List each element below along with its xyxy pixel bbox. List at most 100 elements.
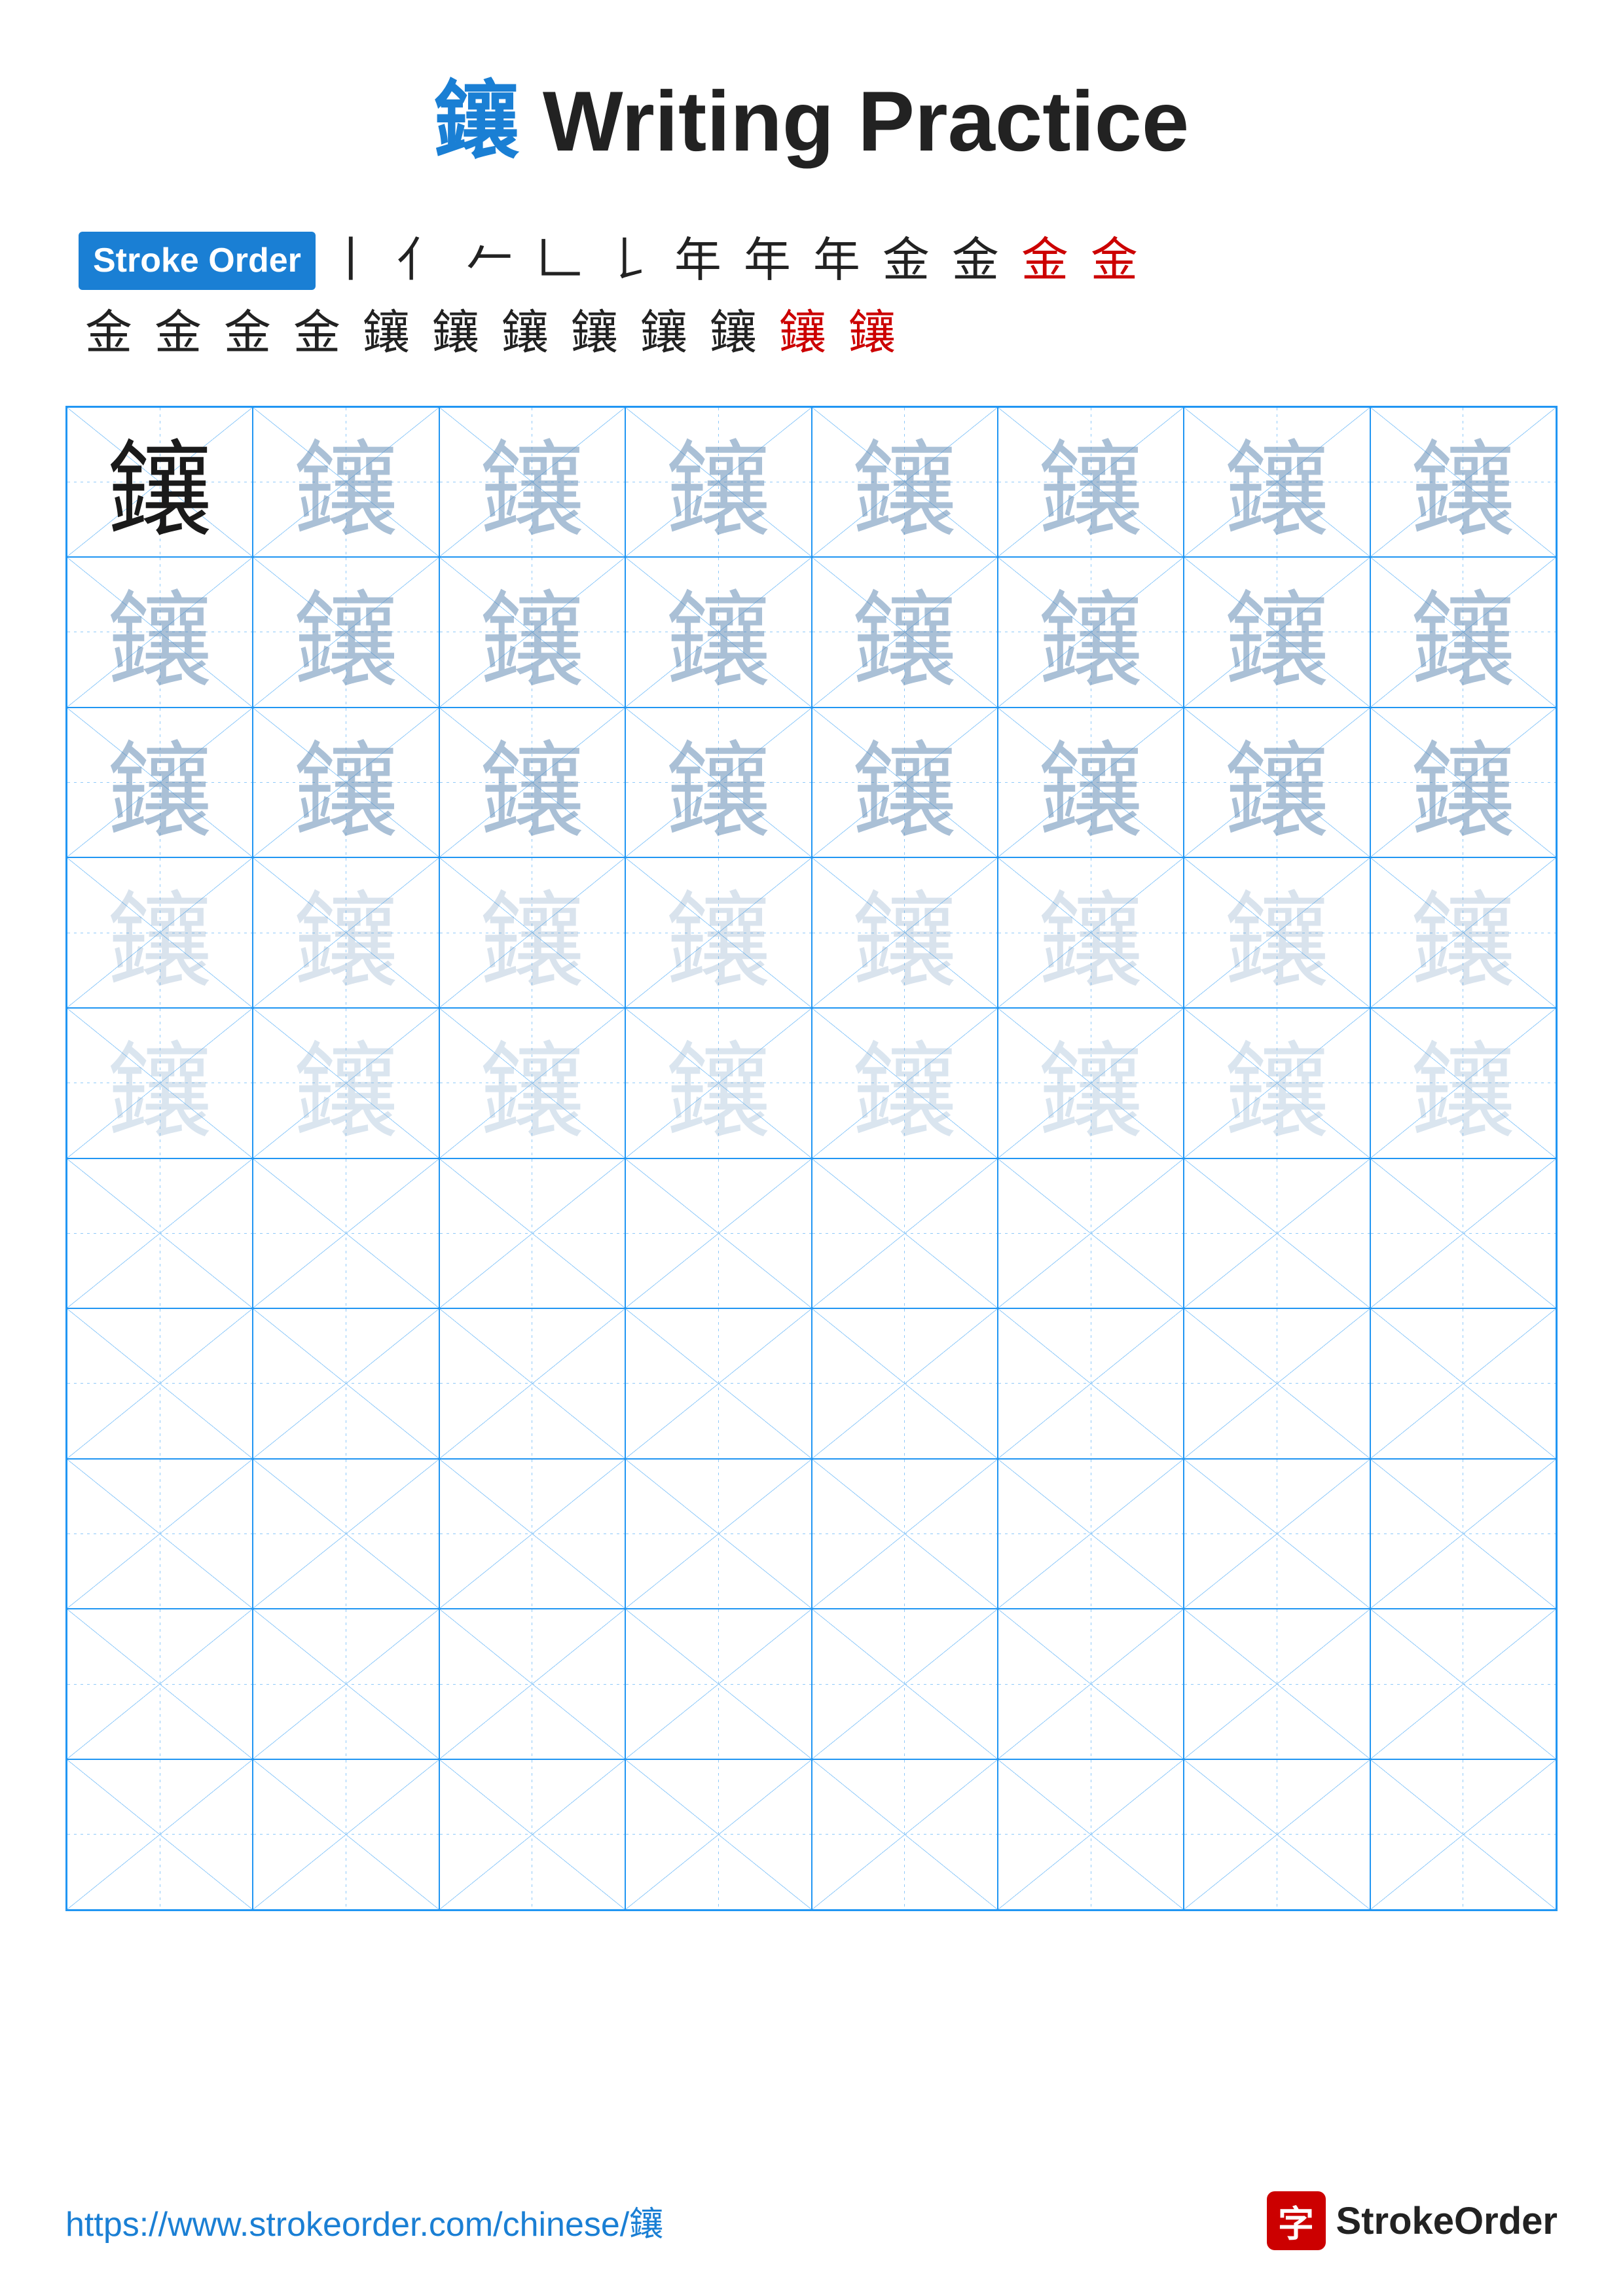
grid-cell[interactable]: [812, 1609, 998, 1759]
grid-cell[interactable]: 鑲: [1370, 857, 1556, 1008]
grid-cell[interactable]: [67, 1158, 253, 1309]
grid-cell[interactable]: 鑲: [67, 557, 253, 708]
grid-cell[interactable]: [812, 1308, 998, 1459]
grid-cell[interactable]: 鑲: [625, 1008, 811, 1158]
grid-cell[interactable]: [625, 1158, 811, 1309]
grid-cell[interactable]: [439, 1459, 625, 1609]
grid-cell[interactable]: 鑲: [1370, 557, 1556, 708]
grid-cell[interactable]: [998, 1158, 1184, 1309]
grid-cell[interactable]: 鑲: [812, 708, 998, 858]
grid-cell[interactable]: [439, 1158, 625, 1309]
stroke-order-chars-line2: 金 金 金 金 鑲 鑲 鑲 鑲 鑲 鑲 鑲 鑲: [79, 300, 901, 367]
practice-char: 鑲: [107, 557, 212, 708]
grid-cell[interactable]: [253, 1308, 439, 1459]
grid-cell[interactable]: 鑲: [253, 557, 439, 708]
stroke-order-chars-line1: 丨 亻 𠂉 𠃊 𠄌 年 年 年 金 金 金 金: [327, 228, 1143, 294]
grid-cell[interactable]: 鑲: [439, 708, 625, 858]
grid-cell[interactable]: 鑲: [253, 407, 439, 558]
grid-cell[interactable]: [439, 1759, 625, 1910]
grid-cell[interactable]: [1370, 1158, 1556, 1309]
grid-cell[interactable]: [998, 1759, 1184, 1910]
grid-cell[interactable]: 鑲: [1370, 407, 1556, 558]
grid-cell[interactable]: 鑲: [812, 1008, 998, 1158]
grid-cell[interactable]: [67, 1609, 253, 1759]
practice-char: 鑲: [480, 708, 585, 858]
grid-cell[interactable]: [625, 1609, 811, 1759]
grid-cell[interactable]: 鑲: [253, 857, 439, 1008]
grid-cell[interactable]: [1184, 1308, 1370, 1459]
grid-cell[interactable]: [253, 1459, 439, 1609]
grid-cell[interactable]: 鑲: [812, 857, 998, 1008]
grid-cell[interactable]: [812, 1759, 998, 1910]
grid-cell[interactable]: 鑲: [67, 708, 253, 858]
grid-cell[interactable]: 鑲: [625, 557, 811, 708]
grid-cell[interactable]: 鑲: [67, 857, 253, 1008]
grid-cell[interactable]: 鑲: [439, 557, 625, 708]
grid-cell[interactable]: 鑲: [1184, 857, 1370, 1008]
grid-cell[interactable]: [1370, 1609, 1556, 1759]
grid-cell[interactable]: [253, 1759, 439, 1910]
grid-cell[interactable]: 鑲: [1370, 1008, 1556, 1158]
grid-cell[interactable]: 鑲: [1370, 708, 1556, 858]
grid-cell[interactable]: 鑲: [625, 708, 811, 858]
grid-cell[interactable]: 鑲: [439, 857, 625, 1008]
practice-char: 鑲: [1038, 407, 1143, 558]
practice-char: 鑲: [666, 1008, 771, 1158]
grid-cell[interactable]: 鑲: [998, 557, 1184, 708]
grid-cell[interactable]: [1184, 1158, 1370, 1309]
grid-cell[interactable]: [998, 1459, 1184, 1609]
grid-cell[interactable]: 鑲: [812, 557, 998, 708]
grid-cell[interactable]: [67, 1759, 253, 1910]
grid-cell[interactable]: [1184, 1609, 1370, 1759]
stroke-order-badge: Stroke Order: [79, 232, 316, 290]
practice-char: 鑲: [107, 407, 212, 558]
grid-cell[interactable]: [1370, 1759, 1556, 1910]
grid-cell[interactable]: [439, 1609, 625, 1759]
grid-cell[interactable]: [253, 1158, 439, 1309]
grid-cell[interactable]: 鑲: [625, 407, 811, 558]
practice-char: 鑲: [852, 1008, 957, 1158]
practice-char: 鑲: [480, 857, 585, 1008]
grid-cell[interactable]: 鑲: [253, 1008, 439, 1158]
practice-char: 鑲: [294, 708, 399, 858]
stroke-order-highlight2: 鑲 鑲: [779, 307, 901, 359]
grid-cell[interactable]: [1184, 1759, 1370, 1910]
grid-cell[interactable]: 鑲: [998, 857, 1184, 1008]
grid-cell[interactable]: [67, 1308, 253, 1459]
grid-cell[interactable]: [812, 1459, 998, 1609]
grid-cell[interactable]: 鑲: [439, 1008, 625, 1158]
grid-cell[interactable]: 鑲: [625, 857, 811, 1008]
grid-cell[interactable]: [67, 1459, 253, 1609]
grid-cell[interactable]: 鑲: [1184, 708, 1370, 858]
grid-cell[interactable]: 鑲: [67, 407, 253, 558]
stroke-order-highlight: 金 金: [1021, 234, 1143, 287]
grid-cell[interactable]: 鑲: [998, 407, 1184, 558]
practice-char: 鑲: [294, 557, 399, 708]
grid-cell[interactable]: 鑲: [812, 407, 998, 558]
grid-cell[interactable]: [439, 1308, 625, 1459]
grid-cell[interactable]: [625, 1308, 811, 1459]
grid-cell[interactable]: [812, 1158, 998, 1309]
grid-cell[interactable]: 鑲: [1184, 1008, 1370, 1158]
practice-char: 鑲: [294, 1008, 399, 1158]
grid-cell[interactable]: 鑲: [67, 1008, 253, 1158]
stroke-order-section: Stroke Order 丨 亻 𠂉 𠃊 𠄌 年 年 年 金 金 金 金 金 金…: [65, 228, 1558, 367]
grid-cell[interactable]: 鑲: [253, 708, 439, 858]
grid-cell[interactable]: 鑲: [1184, 557, 1370, 708]
grid-cell[interactable]: 鑲: [998, 1008, 1184, 1158]
grid-cell[interactable]: [998, 1609, 1184, 1759]
grid-cell[interactable]: 鑲: [439, 407, 625, 558]
grid-cell[interactable]: [1184, 1459, 1370, 1609]
practice-char: 鑲: [1038, 708, 1143, 858]
grid-cell[interactable]: 鑲: [1184, 407, 1370, 558]
grid-cell[interactable]: [998, 1308, 1184, 1459]
practice-char: 鑲: [1224, 407, 1329, 558]
grid-cell[interactable]: [253, 1609, 439, 1759]
grid-cell[interactable]: [1370, 1459, 1556, 1609]
grid-cell[interactable]: 鑲: [998, 708, 1184, 858]
grid-cell[interactable]: [1370, 1308, 1556, 1459]
footer-url[interactable]: https://www.strokeorder.com/chinese/鑲: [65, 2197, 663, 2246]
practice-char: 鑲: [294, 407, 399, 558]
grid-cell[interactable]: [625, 1459, 811, 1609]
grid-cell[interactable]: [625, 1759, 811, 1910]
